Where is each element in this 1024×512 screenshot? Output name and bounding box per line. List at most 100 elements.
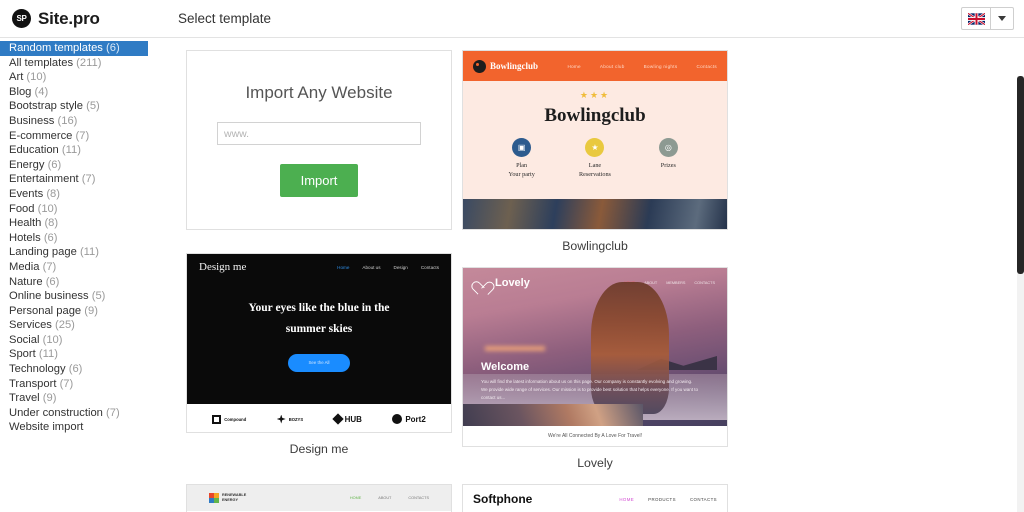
sidebar-item-count: (7) [81,173,96,186]
nav-item: HOME [619,496,635,502]
top-bar: SP Site.pro Select template [0,0,1024,38]
import-card-inner: Import Any Website Import [187,51,451,229]
chat-icon: ▣ [512,138,532,157]
language-selector[interactable] [961,7,1014,30]
sidebar-item-social[interactable]: Social (10) [0,333,178,348]
sidebar-item-blog[interactable]: Blog (4) [0,85,178,100]
template-thumb-softphone[interactable]: Softphone HOME PRODUCTS CONTACTS [462,484,728,512]
softphone-logo-text: Softphone [473,492,533,506]
sidebar-item-media[interactable]: Media (7) [0,260,178,275]
partner-hub: HUB [331,413,362,425]
sidebar-item-count: (6) [43,231,58,244]
bowlingclub-logo-text: Bowlingclub [490,61,539,71]
scrollbar-thumb[interactable] [1017,76,1024,274]
gallery-cell-lovely: Lovely HOME ABOUT MEMBERS CONTACTS [462,267,728,470]
sidebar-item-energy[interactable]: Energy (6) [0,158,178,173]
import-title: Import Any Website [245,83,393,102]
sidebar-item-online-business[interactable]: Online business (5) [0,289,178,304]
color-squares-icon [209,493,219,503]
sidebar-item-transport[interactable]: Transport (7) [0,377,178,392]
sidebar-item-label: Business [9,114,55,127]
sidebar-item-sport[interactable]: Sport (11) [0,347,178,362]
sidebar-item-art[interactable]: Art (10) [0,70,178,85]
uk-flag-icon[interactable] [962,8,991,29]
logo-line2: ENERGY [222,498,239,502]
sidebar-item-travel[interactable]: Travel (9) [0,391,178,406]
app-root: SP Site.pro Select template Random templ… [0,0,1024,512]
sidebar-item-business[interactable]: Business (16) [0,114,178,129]
lovely-logo: Lovely [475,276,530,290]
chevron-down-icon[interactable] [991,8,1013,29]
sidebar-item-food[interactable]: Food (10) [0,202,178,217]
sidebar-item-label: Social [9,333,40,346]
nav-item: Design [393,264,408,270]
sidebar-item-hotels[interactable]: Hotels (6) [0,231,178,246]
import-button[interactable]: Import [279,164,359,197]
template-thumb-renewable-energy-2[interactable]: RENEWABLE ENERGY HOME ABOUT CONTACTS [186,484,452,512]
bowlingclub-features: ▣ Plan Your party ★ Lane Reservations ◎ … [463,138,727,180]
template-thumb-bowlingclub[interactable]: Bowlingclub Home About club Bowling nigh… [462,50,728,230]
sidebar-item-label: Technology [9,363,66,376]
template-thumb-design-me[interactable]: Design me Home About us Design Contacts … [186,253,452,433]
sidebar-item-label: Energy [9,158,45,171]
bowlingclub-nav: Home About club Bowling nights Contacts [567,64,717,69]
nav-item: CONTACTS [408,496,429,500]
sidebar-item-health[interactable]: Health (8) [0,216,178,231]
template-thumb-lovely[interactable]: Lovely HOME ABOUT MEMBERS CONTACTS [462,267,728,447]
nav-item: PRODUCTS [648,496,676,502]
cross-logo-icon [276,414,286,424]
template-gallery: Import Any Website Import Bowlingclub [178,38,1024,512]
design-me-partner-logos: Compound BOZYS HUB Port2 [187,404,451,432]
bowlingclub-hero: ★★★ Bowlingclub ▣ Plan Your party ★ Lane… [463,81,727,199]
sidebar-item-personal-page[interactable]: Personal page (9) [0,304,178,319]
sidebar-item-random-templates[interactable]: Random templates (6) [0,41,148,56]
partner-bozys: BOZYS [276,414,304,424]
feature-line1: Lane [588,162,602,169]
sidebar-item-label: Bootstrap style [9,100,83,113]
template-caption-design-me: Design me [289,442,349,456]
feature-line1: Prizes [660,162,676,169]
sidebar-item-count: (11) [38,348,58,361]
lovely-body: Lovely HOME ABOUT MEMBERS CONTACTS [463,268,727,446]
sidebar-item-education[interactable]: Education (11) [0,143,178,158]
sidebar-item-website-import[interactable]: Website import [0,420,178,435]
sidebar-item-count: (10) [26,71,47,84]
sidebar-item-entertainment[interactable]: Entertainment (7) [0,172,178,187]
vertical-scrollbar[interactable] [1017,76,1024,512]
sidebar-item-under-construction[interactable]: Under construction (7) [0,406,178,421]
sidebar-item-label: Travel [9,392,40,405]
sidebar-item-count: (7) [106,406,120,419]
design-me-hero: Your eyes like the blue in the summer sk… [187,280,451,404]
star-icon: ★ [585,138,605,157]
sidebar-item-count: (7) [42,260,57,273]
softphone-body: Softphone HOME PRODUCTS CONTACTS [463,485,727,512]
partner-name: Port2 [405,414,426,424]
sidebar-item-count: (11) [61,144,81,157]
import-website-card: Import Any Website Import [186,50,452,230]
feature-line2: Reservations [579,170,611,178]
sidebar-item-services[interactable]: Services (25) [0,318,178,333]
feature-lane-reservations: ★ Lane Reservations [562,138,628,180]
sidebar-item-count: (10) [42,333,63,346]
sidebar-item-bootstrap-style[interactable]: Bootstrap style (5) [0,99,178,114]
lovely-sunset-glow [485,346,545,351]
sidebar-item-count: (6) [106,42,120,54]
sidebar-item-count: (7) [75,129,90,142]
partner-name: BOZYS [288,416,304,422]
sidebar-item-e-commerce[interactable]: E-commerce (7) [0,129,178,144]
sidebar-item-count: (6) [68,363,83,376]
gallery-cell-bowlingclub: Bowlingclub Home About club Bowling nigh… [462,50,728,253]
website-url-input[interactable] [217,122,421,145]
sidebar-item-label: Under construction [9,406,103,419]
renewable-nav: HOME ABOUT CONTACTS [350,496,429,500]
lovely-welcome-heading: Welcome [481,361,530,374]
design-me-logo-text: Design me [199,261,247,273]
sidebar-item-nature[interactable]: Nature (6) [0,275,178,290]
sidebar-item-events[interactable]: Events (8) [0,187,178,202]
sidebar-item-label: Health [9,217,42,230]
sidebar-item-technology[interactable]: Technology (6) [0,362,178,377]
brand-logo[interactable]: SP Site.pro [0,9,178,29]
sidebar-item-all-templates[interactable]: All templates (211) [0,56,178,71]
feature-prizes: ◎ Prizes [635,138,701,180]
sidebar-item-landing-page[interactable]: Landing page (11) [0,245,178,260]
